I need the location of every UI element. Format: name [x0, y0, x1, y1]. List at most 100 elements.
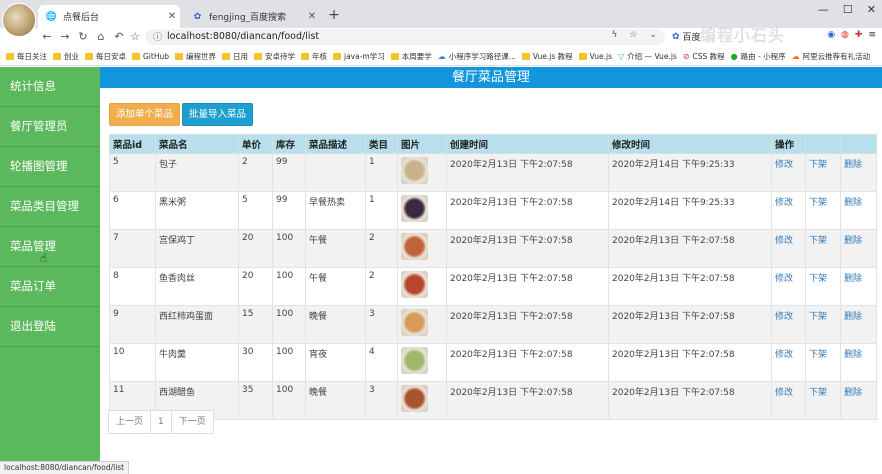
cell-updated: 2020年2月14日 下午9:25:33 — [608, 191, 772, 230]
sidebar-item-stats[interactable]: 统计信息 — [0, 67, 100, 107]
url-text[interactable]: localhost:8080/diancan/food/list — [167, 31, 319, 42]
bookmark-label: 本周要学 — [401, 52, 432, 61]
extension-icon[interactable]: ✚ — [855, 30, 863, 40]
minimize-icon[interactable]: — — [818, 3, 829, 16]
tab-active[interactable]: 🌐 点餐后台 ✕ — [38, 5, 180, 28]
address-bar[interactable]: ⓘ localhost:8080/diancan/food/list ϟ ☆ ⌄ — [145, 29, 665, 45]
edit-link[interactable]: 修改 — [771, 267, 806, 306]
cell-stock: 100 — [272, 305, 306, 344]
bookmark-item[interactable]: ● 路由 - 小程序 — [731, 51, 786, 62]
bookmark-label: 创业 — [64, 52, 79, 61]
sidebar-item-label: 轮播图管理 — [10, 159, 68, 173]
cell-stock: 100 — [272, 343, 306, 382]
home-icon[interactable]: ⌂ — [94, 29, 108, 45]
sidebar-item-admins[interactable]: 餐厅管理员 — [0, 107, 100, 147]
cell-stock: 99 — [272, 153, 306, 192]
new-tab-button[interactable]: + — [326, 6, 342, 24]
cell-stock: 99 — [272, 191, 306, 230]
offline-link[interactable]: 下架 — [805, 267, 841, 306]
offline-link[interactable]: 下架 — [805, 153, 841, 192]
edit-link[interactable]: 修改 — [771, 343, 806, 382]
offline-link[interactable]: 下架 — [805, 381, 841, 420]
bookmark-item[interactable]: 安卓待学 — [254, 51, 295, 62]
sidebar-item-logout[interactable]: 退出登陆 — [0, 307, 100, 347]
delete-link[interactable]: 删除 — [840, 267, 877, 306]
cell-price: 15 — [238, 305, 273, 344]
offline-link[interactable]: 下架 — [805, 191, 841, 230]
edit-link[interactable]: 修改 — [771, 381, 806, 420]
extension-icon[interactable]: ◉ — [827, 30, 835, 40]
delete-link[interactable]: 删除 — [840, 381, 877, 420]
cell-created: 2020年2月13日 下午2:07:58 — [446, 381, 609, 420]
close-icon[interactable]: ✕ — [164, 11, 180, 22]
bookmark-item[interactable]: GitHub — [132, 52, 169, 61]
bookmark-item[interactable]: ▽ 介绍 — Vue.js — [618, 51, 677, 62]
bookmark-label: Vue.js — [589, 52, 613, 61]
cloud-icon: ☁ — [437, 52, 446, 61]
edit-link[interactable]: 修改 — [771, 229, 806, 268]
bookmark-item[interactable]: 日用 — [222, 51, 248, 62]
vue-icon: ▽ — [618, 52, 625, 61]
folder-icon — [222, 53, 230, 60]
bookmark-label: java-m学习 — [344, 52, 385, 61]
close-window-icon[interactable]: ✕ — [867, 3, 876, 16]
bookmark-item[interactable]: java-m学习 — [333, 51, 385, 62]
bookmark-item[interactable]: 年核 — [301, 51, 327, 62]
search-engine-chip[interactable]: ✿ 百度 — [672, 30, 701, 44]
offline-link[interactable]: 下架 — [805, 229, 841, 268]
close-icon[interactable]: ✕ — [304, 11, 320, 22]
maximize-icon[interactable]: ☐ — [843, 3, 853, 16]
column-header: 创建时间 — [446, 134, 609, 154]
menu-icon[interactable]: ≡ — [868, 30, 876, 40]
sidebar-item-orders[interactable]: 菜品订单 — [0, 267, 100, 307]
edit-link[interactable]: 修改 — [771, 153, 806, 192]
back-icon[interactable]: ← — [40, 29, 54, 45]
extension-icon[interactable]: ◍ — [841, 30, 849, 40]
offline-link[interactable]: 下架 — [805, 343, 841, 382]
bookmark-item[interactable]: ☁ 阿里云推荐有礼活动 — [792, 51, 871, 62]
cell-price: 5 — [238, 191, 273, 230]
bookmark-item[interactable]: 每日安卓 — [85, 51, 126, 62]
delete-link[interactable]: 删除 — [840, 191, 877, 230]
paw-icon: ✿ — [672, 31, 680, 42]
edit-link[interactable]: 修改 — [771, 305, 806, 344]
column-header: 菜品id — [109, 134, 156, 154]
bookmark-item[interactable]: 创业 — [53, 51, 79, 62]
import-dishes-button[interactable]: 批量导入菜品 — [182, 103, 254, 126]
lightning-icon[interactable]: ϟ — [611, 30, 617, 40]
add-dish-button[interactable]: 添加单个菜品 — [109, 103, 181, 126]
next-page-button[interactable]: 下一页 — [170, 410, 214, 434]
sidebar-item-dishes[interactable]: 菜品管理 ☝ — [0, 227, 100, 267]
bookmark-item[interactable]: Vue.js 教程 — [521, 51, 573, 62]
prev-page-button[interactable]: 上一页 — [108, 410, 152, 434]
chevron-down-icon[interactable]: ⌄ — [649, 30, 657, 40]
reload-icon[interactable]: ↻ — [76, 29, 90, 45]
delete-link[interactable]: 删除 — [840, 153, 877, 192]
sidebar-item-label: 菜品管理 — [10, 239, 56, 253]
bookmark-item[interactable]: 每日关注 — [6, 51, 47, 62]
delete-link[interactable]: 删除 — [840, 229, 877, 268]
star-icon[interactable]: ☆ — [128, 29, 142, 45]
cell-created: 2020年2月13日 下午2:07:58 — [446, 305, 609, 344]
bookmark-item[interactable]: Vue.js — [578, 52, 613, 61]
bookmark-item[interactable]: ⊘ CSS 教程 — [683, 51, 725, 62]
bookmark-label: 每日安卓 — [96, 52, 126, 61]
forward-icon[interactable]: → — [58, 29, 72, 45]
sidebar-item-categories[interactable]: 菜品类目管理 — [0, 187, 100, 227]
tab-inactive[interactable]: ✿ fengjing_百度搜索 ✕ — [184, 5, 320, 28]
undo-icon[interactable]: ↶ — [112, 29, 126, 45]
bookmark-item[interactable]: 本周要学 — [390, 51, 432, 62]
edit-link[interactable]: 修改 — [771, 191, 806, 230]
page-title: 餐厅菜品管理 — [100, 67, 882, 88]
bookmark-item[interactable]: ☁ 小程序学习路径课... — [438, 51, 516, 62]
bookmark-label: Vue.js 教程 — [532, 52, 573, 61]
delete-link[interactable]: 删除 — [840, 343, 877, 382]
page-number-button[interactable]: 1 — [150, 410, 172, 434]
delete-link[interactable]: 删除 — [840, 305, 877, 344]
sidebar-item-banners[interactable]: 轮播图管理 — [0, 147, 100, 187]
bookmark-item[interactable]: 编程世界 — [175, 51, 216, 62]
cell-desc: 午餐 — [305, 267, 366, 306]
offline-link[interactable]: 下架 — [805, 305, 841, 344]
bookmark-star-icon[interactable]: ☆ — [629, 30, 637, 40]
dish-image — [401, 271, 428, 298]
